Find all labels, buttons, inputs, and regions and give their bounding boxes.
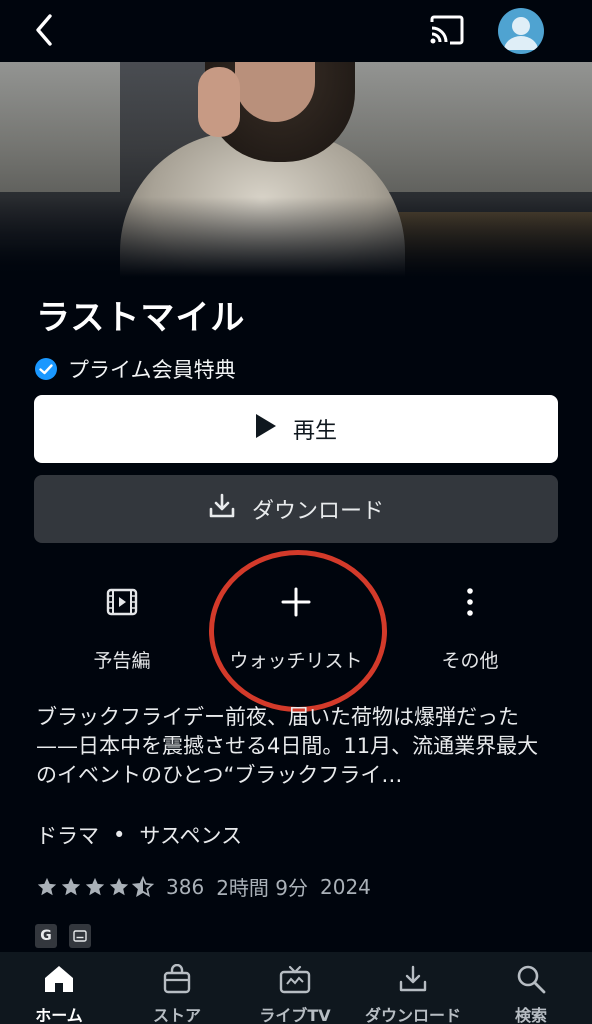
download-icon [398, 962, 428, 996]
more-action[interactable]: その他 [395, 580, 545, 673]
genre-separator: • [113, 823, 126, 847]
nav-search-label: 検索 [514, 1006, 547, 1024]
star-icon [61, 877, 81, 895]
download-button-label: ダウンロード [251, 499, 384, 524]
star-icon [37, 877, 57, 895]
nav-store[interactable]: ストア [118, 962, 236, 1024]
play-icon [255, 413, 277, 445]
more-vertical-icon [465, 580, 475, 624]
trailer-label: 予告編 [93, 650, 151, 672]
nav-downloads-label: ダウンロード [364, 1006, 461, 1024]
nav-live-tv-label: ライブTV [259, 1006, 331, 1024]
genre-tag[interactable]: サスペンス [139, 820, 242, 850]
star-icon [109, 877, 129, 895]
star-icon [85, 877, 105, 895]
subtitles-icon [69, 924, 91, 948]
home-icon [43, 962, 75, 996]
hero-fade [0, 197, 592, 277]
chevron-left-icon[interactable] [30, 10, 64, 50]
trailer-icon [106, 580, 138, 624]
trailer-action[interactable]: 予告編 [47, 580, 197, 673]
nav-home-label: ホーム [35, 1006, 83, 1024]
description[interactable]: ブラックフライデー前夜、届いた荷物は爆弾だった——日本中を震撼させる4日間。11… [36, 703, 556, 790]
meta-row: 386 2時間 9分 2024 [36, 872, 371, 901]
age-rating-badge: G [35, 924, 57, 948]
nav-downloads[interactable]: ダウンロード [354, 962, 472, 1024]
nav-search[interactable]: 検索 [472, 962, 590, 1024]
prime-badge: プライム会員特典 [34, 355, 236, 383]
check-circle-icon [34, 357, 58, 381]
nav-home[interactable]: ホーム [0, 962, 118, 1024]
release-year: 2024 [320, 874, 371, 899]
half-star-icon [132, 875, 154, 897]
download-icon [208, 492, 236, 526]
download-button[interactable]: ダウンロード [34, 475, 558, 543]
top-bar [0, 0, 592, 62]
hero-hand [198, 67, 240, 137]
genre-list: ドラマ • サスペンス [36, 820, 242, 850]
bottom-nav: ホーム ストア ライブTV ダウンロード 検索 [0, 952, 592, 1024]
rating-count: 386 [166, 874, 205, 899]
more-label: その他 [441, 650, 499, 672]
nav-live-tv[interactable]: ライブTV [236, 962, 354, 1024]
nav-store-label: ストア [152, 1006, 201, 1024]
genre-tag[interactable]: ドラマ [36, 820, 99, 850]
hero-window [0, 62, 120, 192]
page-title: ラストマイル [36, 298, 246, 338]
highlight-circle [209, 550, 387, 712]
duration: 2時間 9分 [216, 876, 308, 900]
cast-icon[interactable] [428, 14, 466, 46]
rating-stars[interactable] [36, 875, 154, 898]
profile-avatar-icon[interactable] [498, 8, 544, 54]
prime-label: プライム会員特典 [68, 358, 236, 382]
play-button-label: 再生 [292, 419, 337, 444]
store-bag-icon [162, 962, 192, 996]
live-tv-icon [279, 962, 311, 996]
play-button[interactable]: 再生 [34, 395, 558, 463]
badge-row: G [35, 924, 91, 948]
hero-image [0, 62, 592, 277]
search-icon [516, 962, 546, 996]
